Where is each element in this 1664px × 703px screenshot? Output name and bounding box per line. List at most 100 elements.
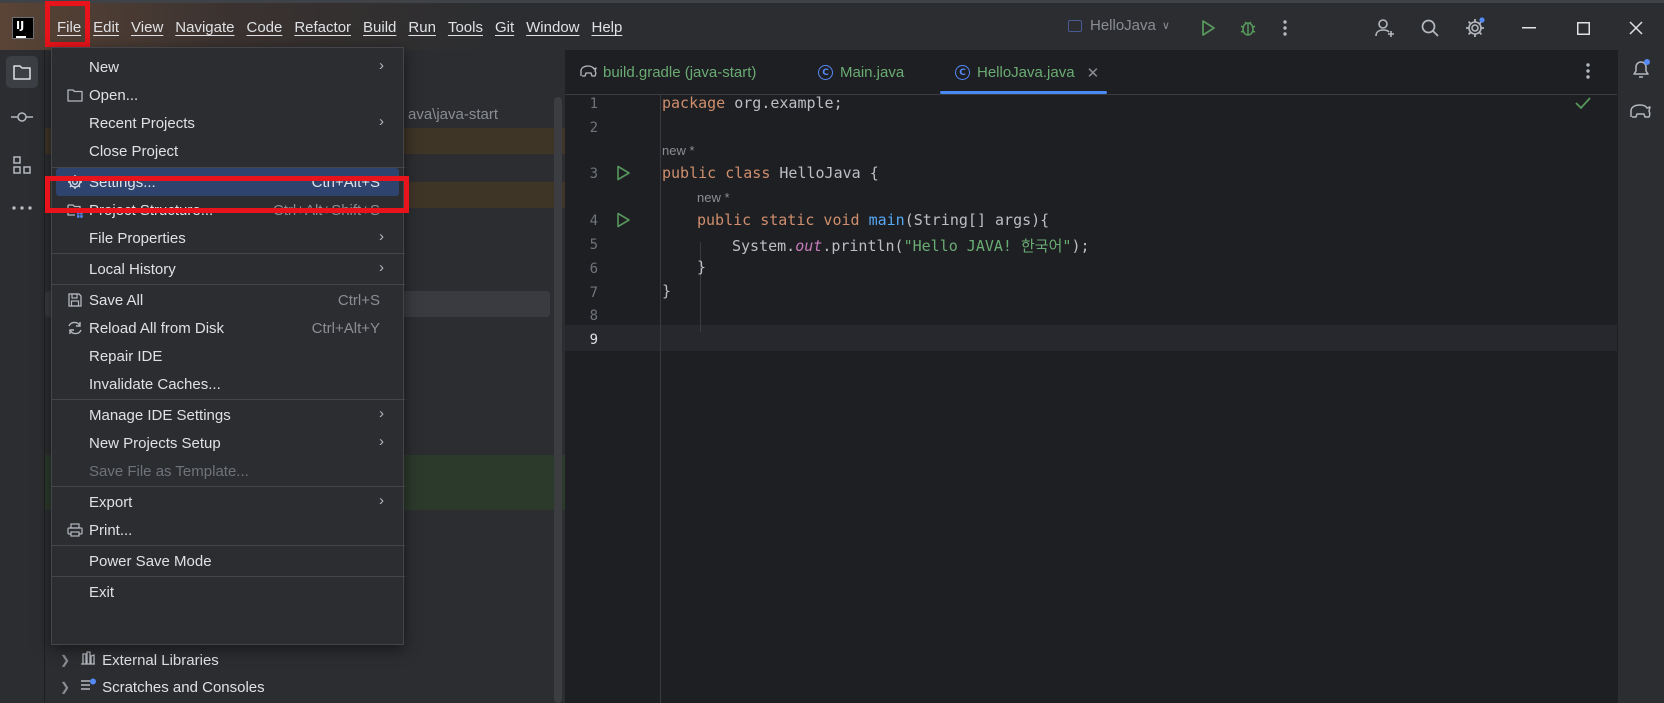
- gutter-divider: [660, 95, 661, 703]
- tab-more-icon[interactable]: [1585, 62, 1591, 84]
- tab-hellojava-java[interactable]: C HelloJava.java ✕: [955, 50, 1099, 95]
- code-line-6[interactable]: }: [697, 258, 706, 276]
- menu-item-reload-from-disk[interactable]: Reload All from Disk Ctrl+Alt+Y: [56, 314, 399, 342]
- notifications-bell-icon[interactable]: [1630, 58, 1652, 84]
- run-main-gutter-icon[interactable]: [615, 212, 631, 232]
- debug-icon[interactable]: [1235, 15, 1261, 41]
- right-tool-strip: [1617, 50, 1664, 703]
- structure-tool-icon[interactable]: [6, 149, 38, 181]
- search-icon[interactable]: [1417, 15, 1443, 41]
- code-line-7[interactable]: }: [662, 282, 671, 300]
- indent-guide: [700, 242, 701, 244]
- code-token: HelloJava {: [770, 164, 879, 182]
- more-tools-icon[interactable]: [6, 192, 38, 224]
- code-line-1[interactable]: package org.example;: [662, 94, 843, 112]
- menu-help[interactable]: Help: [587, 13, 630, 43]
- project-tool-icon[interactable]: [6, 56, 38, 88]
- intellij-logo-icon[interactable]: IJ: [12, 17, 34, 39]
- menu-item-label: New: [89, 58, 120, 76]
- menu-item-new-projects-setup[interactable]: New Projects Setup ›: [56, 429, 399, 457]
- line-number: 3: [589, 166, 598, 182]
- menu-item-shortcut: Ctrl+S: [337, 291, 380, 309]
- menu-item-repair-ide[interactable]: Repair IDE: [56, 342, 399, 370]
- tree-item-scratches[interactable]: ❯ Scratches and Consoles: [60, 678, 265, 696]
- commit-tool-icon[interactable]: [6, 101, 38, 133]
- menu-item-manage-ide-settings[interactable]: Manage IDE Settings ›: [56, 401, 399, 429]
- code-line-4[interactable]: public static void main(String[] args){: [697, 211, 1049, 229]
- library-icon: [80, 651, 96, 669]
- menu-item-label: Repair IDE: [89, 347, 163, 365]
- maximize-icon[interactable]: [1560, 13, 1606, 43]
- menu-view[interactable]: View: [126, 13, 170, 43]
- code-token: System.: [732, 237, 796, 255]
- java-class-icon: C: [818, 65, 833, 80]
- no-problems-check-icon[interactable]: [1575, 96, 1591, 114]
- folder-icon: [67, 87, 83, 103]
- menu-item-save-as-template: Save File as Template...: [56, 457, 399, 485]
- menu-refactor[interactable]: Refactor: [289, 13, 358, 43]
- menu-item-label: Power Save Mode: [89, 552, 212, 570]
- current-line-highlight: [565, 325, 1617, 351]
- menu-edit[interactable]: Edit: [88, 13, 126, 43]
- submenu-arrow-icon: ›: [379, 228, 384, 245]
- code-token: org.example;: [725, 94, 843, 112]
- project-scrollbar[interactable]: [554, 97, 562, 703]
- menu-build[interactable]: Build: [358, 13, 403, 43]
- run-configuration-selector[interactable]: HelloJava ∨: [1068, 17, 1170, 34]
- submenu-arrow-icon: ›: [379, 57, 384, 74]
- menu-item-local-history[interactable]: Local History ›: [56, 255, 399, 283]
- menu-window[interactable]: Window: [521, 13, 586, 43]
- menu-item-recent-projects[interactable]: Recent Projects ›: [56, 109, 399, 137]
- menu-item-label: Print...: [89, 521, 133, 539]
- minimize-icon[interactable]: [1506, 13, 1552, 43]
- menu-item-label: File Properties: [89, 229, 186, 247]
- close-tab-icon[interactable]: ✕: [1087, 64, 1100, 82]
- tab-build-gradle[interactable]: build.gradle (java-start): [579, 50, 756, 95]
- menu-item-invalidate-caches[interactable]: Invalidate Caches...: [56, 370, 399, 398]
- code-token: package: [662, 94, 726, 112]
- menu-item-print[interactable]: Print...: [56, 516, 399, 544]
- menu-tools[interactable]: Tools: [443, 13, 490, 43]
- menu-item-open[interactable]: Open...: [56, 81, 399, 109]
- menu-separator: [52, 486, 405, 487]
- menu-item-exit[interactable]: Exit: [56, 578, 399, 606]
- line-number: 4: [589, 213, 598, 229]
- editor-area: build.gradle (java-start) C Main.java C …: [565, 50, 1617, 703]
- menu-navigate[interactable]: Navigate: [170, 13, 241, 43]
- menu-item-close-project[interactable]: Close Project: [56, 137, 399, 165]
- gradle-tool-icon[interactable]: [1629, 102, 1651, 124]
- menu-separator: [52, 576, 405, 577]
- printer-icon: [67, 522, 83, 538]
- submenu-arrow-icon: ›: [379, 405, 384, 422]
- menu-item-label: Save All: [89, 291, 144, 309]
- line-number: 2: [589, 120, 598, 136]
- menu-git[interactable]: Git: [490, 13, 521, 43]
- tree-item-external-libraries[interactable]: ❯ External Libraries: [60, 651, 219, 669]
- menu-run[interactable]: Run: [403, 13, 443, 43]
- menu-item-new[interactable]: New ›: [56, 53, 399, 81]
- inlay-hint[interactable]: new *: [662, 143, 695, 158]
- menu-item-power-save-mode[interactable]: Power Save Mode: [56, 547, 399, 575]
- code-line-5[interactable]: System.out.println("Hello JAVA! 한국어");: [732, 235, 1090, 256]
- menu-item-label: Close Project: [89, 142, 179, 160]
- add-user-icon[interactable]: [1372, 15, 1398, 41]
- menu-item-label: Invalidate Caches...: [89, 375, 221, 393]
- menu-item-label: Open...: [89, 86, 139, 104]
- menu-item-save-all[interactable]: Save All Ctrl+S: [56, 286, 399, 314]
- menu-code[interactable]: Code: [241, 13, 289, 43]
- menu-item-export[interactable]: Export ›: [56, 488, 399, 516]
- menu-item-label: Recent Projects: [89, 114, 195, 132]
- code-token: );: [1071, 237, 1090, 255]
- run-class-gutter-icon[interactable]: [615, 165, 631, 185]
- tab-main-java[interactable]: C Main.java: [818, 50, 904, 95]
- menu-separator: [52, 399, 405, 400]
- scratches-icon: [80, 678, 97, 696]
- run-icon[interactable]: [1195, 15, 1221, 41]
- menu-item-file-properties[interactable]: File Properties ›: [56, 224, 399, 252]
- inlay-hint[interactable]: new *: [697, 190, 730, 205]
- settings-gear-icon[interactable]: [1462, 15, 1488, 41]
- more-vertical-icon[interactable]: [1272, 15, 1298, 41]
- active-tab-indicator: [940, 91, 1107, 94]
- code-line-3[interactable]: public class HelloJava {: [662, 164, 879, 182]
- close-window-icon[interactable]: [1613, 13, 1659, 43]
